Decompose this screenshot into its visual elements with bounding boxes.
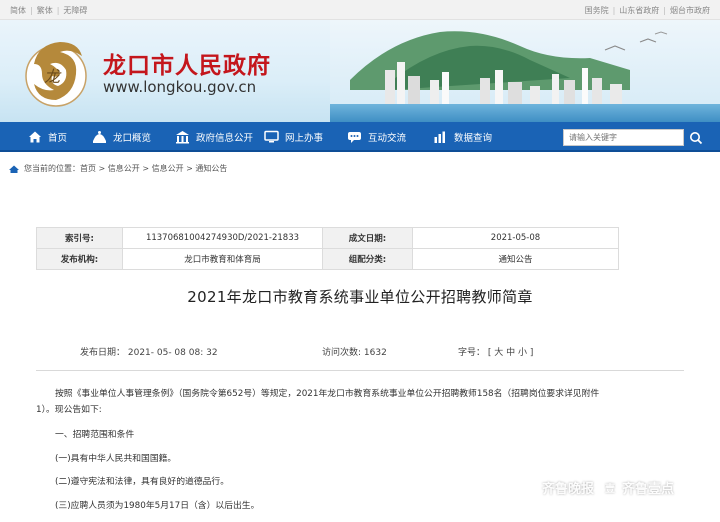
header-banner: 龙 龙口市人民政府 www.longkou.gov.cn	[0, 20, 720, 122]
nav-label-government-info: 政府信息公开	[196, 133, 254, 144]
watermark-badge-icon: 壹	[602, 478, 619, 496]
visit-count: 访问次数: 1632	[322, 348, 387, 358]
font-size-control: 字号： [ 大 中 小 ]	[458, 345, 533, 358]
nav-label-overview: 龙口概览	[113, 133, 152, 144]
font-size-options[interactable]: [ 大 中 小 ]	[488, 348, 533, 358]
dragon-emblem-logo[interactable]: 龙	[20, 34, 92, 110]
nav-item-interaction[interactable]: 互动交流	[347, 122, 406, 152]
nav-item-home[interactable]: 首页	[27, 122, 67, 152]
watermark: 齐鲁晚报 壹 齐鲁壹点	[516, 472, 674, 502]
accessibility-link[interactable]: 无障碍	[63, 6, 87, 15]
main-navigation: 首页 龙口概览 政府信息公开 网上办事 互动交流 数据查询	[0, 122, 720, 152]
breadcrumb-text[interactable]: 您当前的位置：首页 > 信息公开 > 信息公开 > 通知公告	[24, 163, 227, 174]
state-council-link[interactable]: 国务院	[585, 6, 609, 15]
meta-divider	[36, 370, 684, 371]
nav-label-interaction: 互动交流	[368, 133, 407, 144]
home-icon	[27, 130, 42, 145]
article-title: 2021年龙口市教育系统事业单位公开招聘教师简章	[187, 288, 533, 306]
nav-item-overview[interactable]: 龙口概览	[92, 122, 151, 152]
condition-1: (一)具有中华人民共和国国籍。	[55, 454, 177, 464]
government-links: 国务院 | 山东省政府 | 烟台市政府	[584, 6, 710, 15]
body-paragraph-1: 按照《事业单位人事管理条例》（国务院令第652号）等规定，2021年龙口市教育系…	[55, 389, 600, 399]
location-icon	[9, 165, 19, 173]
watermark-brand: 齐鲁晚报	[542, 481, 595, 497]
section-heading: 一、招聘范围和条件	[55, 430, 135, 440]
publisher-label: 发布机构:	[36, 248, 123, 270]
monitor-icon	[264, 130, 279, 145]
yantai-gov-link[interactable]: 烟台市政府	[670, 6, 710, 15]
traditional-link[interactable]: 繁体	[37, 6, 53, 15]
chat-icon	[347, 130, 362, 145]
font-size-label: 字号：	[458, 348, 486, 358]
date-value: 2021-05-08	[412, 227, 619, 249]
cityscape-image	[330, 20, 720, 122]
site-title[interactable]: 龙口市人民政府	[103, 46, 271, 80]
svg-text:龙: 龙	[44, 67, 62, 86]
top-utility-bar: 简体 | 繁体 | 无障碍 国务院 | 山东省政府 | 烟台市政府	[0, 0, 720, 20]
search-button[interactable]	[686, 128, 706, 147]
chart-icon	[433, 130, 448, 145]
watermark-brand-2: 齐鲁壹点	[622, 481, 675, 497]
nav-item-government-info[interactable]: 政府信息公开	[175, 122, 253, 152]
watermark-logo-icon	[517, 477, 537, 497]
breadcrumb: 您当前的位置：首页 > 信息公开 > 信息公开 > 通知公告	[8, 163, 227, 174]
site-url: www.longkou.gov.cn	[103, 78, 257, 96]
date-label: 成文日期:	[322, 227, 413, 249]
nav-item-online-services[interactable]: 网上办事	[264, 122, 323, 152]
simplified-link[interactable]: 简体	[10, 6, 26, 15]
publish-date: 发布日期： 2021- 05- 08 08: 32	[80, 348, 218, 358]
publisher-value: 龙口市教育和体育局	[122, 248, 323, 270]
category-label: 组配分类:	[322, 248, 413, 270]
language-links: 简体 | 繁体 | 无障碍	[10, 6, 88, 15]
shandong-gov-link[interactable]: 山东省政府	[619, 6, 659, 15]
overview-icon	[92, 130, 107, 145]
nav-label-data-query: 数据查询	[454, 133, 493, 144]
document-info-table: 索引号: 11370681004274930D/2021-21833 成文日期:…	[36, 227, 619, 270]
government-icon	[175, 130, 190, 145]
category-value: 通知公告	[412, 248, 619, 270]
search-icon	[690, 131, 703, 144]
body-paragraph-1-cont: 1）。现公告如下:	[36, 405, 102, 415]
nav-label-online-services: 网上办事	[285, 133, 324, 144]
index-value: 11370681004274930D/2021-21833	[122, 227, 323, 249]
nav-item-data-query[interactable]: 数据查询	[433, 122, 492, 152]
search-input[interactable]	[563, 129, 684, 146]
nav-label-home: 首页	[48, 133, 68, 144]
index-label: 索引号:	[36, 227, 123, 249]
